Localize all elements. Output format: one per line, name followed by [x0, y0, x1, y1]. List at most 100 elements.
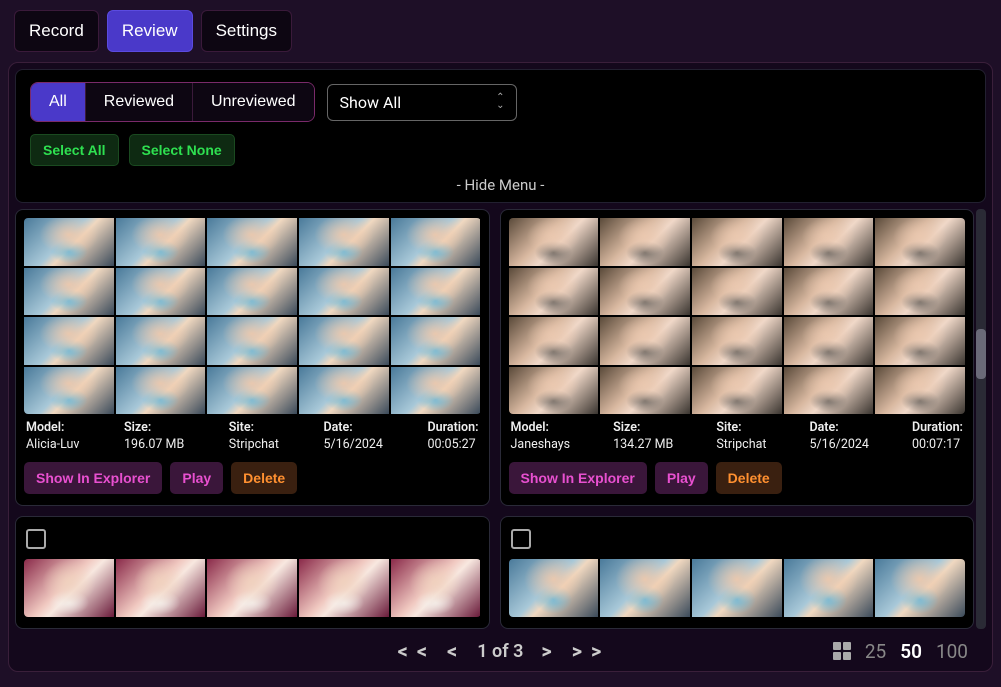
thumbnail [692, 559, 782, 617]
thumbnail [116, 367, 206, 415]
show-dropdown[interactable]: Show All ⌃⌄ [327, 84, 517, 121]
thumbnail [24, 317, 114, 365]
thumbnail [207, 268, 297, 316]
thumbnail-grid[interactable] [509, 559, 966, 617]
grid-view-icon[interactable] [833, 642, 851, 660]
thumbnail [600, 268, 690, 316]
status-filter-group: All Reviewed Unreviewed [30, 82, 315, 122]
thumbnail [784, 317, 874, 365]
play-button[interactable]: Play [170, 462, 223, 494]
meta-row: Model:Alicia-Luv Size:196.07 MB Site:Str… [24, 420, 481, 452]
first-page-button[interactable]: < < [398, 639, 429, 663]
value-model: Janeshays [511, 437, 571, 452]
thumbnail [116, 218, 206, 266]
label-size: Size: [124, 420, 184, 435]
select-none-button[interactable]: Select None [129, 134, 235, 166]
thumbnail [391, 268, 481, 316]
meta-row: Model:Janeshays Size:134.27 MB Site:Stri… [509, 420, 966, 452]
dropdown-value: Show All [340, 93, 402, 112]
thumbnail [299, 367, 389, 415]
hide-menu-toggle[interactable]: - Hide Menu - [30, 176, 971, 194]
value-duration: 00:07:17 [912, 437, 963, 452]
tab-record[interactable]: Record [14, 10, 99, 52]
thumbnail [509, 218, 599, 266]
thumbnail [391, 218, 481, 266]
thumbnail [116, 317, 206, 365]
show-in-explorer-button[interactable]: Show In Explorer [24, 462, 162, 494]
label-date: Date: [323, 420, 383, 435]
thumbnail [509, 268, 599, 316]
thumbnail [875, 268, 965, 316]
value-site: Stripchat [229, 437, 279, 452]
thumbnail [116, 559, 206, 617]
scroll-thumb[interactable] [976, 329, 986, 379]
value-site: Stripchat [716, 437, 766, 452]
delete-button[interactable]: Delete [716, 462, 782, 494]
recording-card: Model:Alicia-Luv Size:196.07 MB Site:Str… [15, 209, 490, 506]
thumbnail [600, 559, 690, 617]
filter-all[interactable]: All [31, 83, 86, 121]
prev-page-button[interactable]: < [447, 639, 459, 663]
play-button[interactable]: Play [655, 462, 708, 494]
next-page-button[interactable]: > [541, 639, 553, 663]
thumbnail [299, 218, 389, 266]
card-actions: Show In Explorer Play Delete [24, 462, 481, 494]
filter-unreviewed[interactable]: Unreviewed [193, 83, 313, 121]
thumbnail-grid[interactable] [24, 559, 481, 617]
last-page-button[interactable]: > > [572, 639, 604, 663]
tab-review[interactable]: Review [107, 10, 193, 52]
thumbnail [24, 367, 114, 415]
thumbnail-grid[interactable] [24, 218, 481, 414]
filter-reviewed[interactable]: Reviewed [86, 83, 193, 121]
thumbnail [299, 317, 389, 365]
thumbnail [391, 559, 481, 617]
select-all-button[interactable]: Select All [30, 134, 119, 166]
thumbnail [207, 218, 297, 266]
recording-card [500, 516, 975, 629]
thumbnail [600, 367, 690, 415]
select-checkbox[interactable] [26, 529, 46, 549]
value-size: 134.27 MB [613, 437, 673, 452]
page-size-50[interactable]: 50 [900, 640, 922, 663]
label-site: Site: [229, 420, 279, 435]
page-size-100[interactable]: 100 [936, 640, 968, 663]
label-size: Size: [613, 420, 673, 435]
label-model: Model: [26, 420, 79, 435]
cards-area: Model:Alicia-Luv Size:196.07 MB Site:Str… [15, 209, 986, 629]
pager: < < < 1 of 3 > > > [398, 639, 604, 663]
thumbnail [784, 367, 874, 415]
value-size: 196.07 MB [124, 437, 184, 452]
thumbnail [24, 268, 114, 316]
thumbnail [875, 367, 965, 415]
recording-card: Model:Janeshays Size:134.27 MB Site:Stri… [500, 209, 975, 506]
thumbnail [207, 559, 297, 617]
thumbnail [692, 367, 782, 415]
thumbnail [207, 367, 297, 415]
thumbnail [600, 218, 690, 266]
scrollbar[interactable] [976, 209, 986, 629]
delete-button[interactable]: Delete [231, 462, 297, 494]
page-size-25[interactable]: 25 [865, 640, 886, 663]
thumbnail [600, 317, 690, 365]
thumbnail-grid[interactable] [509, 218, 966, 414]
label-site: Site: [716, 420, 766, 435]
thumbnail [391, 367, 481, 415]
footer: < < < 1 of 3 > > > 25 50 100 [15, 629, 986, 665]
tab-settings[interactable]: Settings [201, 10, 292, 52]
recording-card [15, 516, 490, 629]
select-checkbox[interactable] [511, 529, 531, 549]
value-duration: 00:05:27 [427, 437, 478, 452]
top-nav: Record Review Settings [0, 0, 1001, 62]
thumbnail [784, 559, 874, 617]
thumbnail [509, 317, 599, 365]
label-duration: Duration: [427, 420, 478, 435]
label-date: Date: [809, 420, 869, 435]
thumbnail [875, 317, 965, 365]
value-date: 5/16/2024 [323, 437, 383, 452]
filter-bar: All Reviewed Unreviewed Show All ⌃⌄ Sele… [15, 69, 986, 203]
thumbnail [692, 268, 782, 316]
thumbnail [24, 218, 114, 266]
thumbnail [509, 367, 599, 415]
thumbnail [692, 317, 782, 365]
show-in-explorer-button[interactable]: Show In Explorer [509, 462, 647, 494]
